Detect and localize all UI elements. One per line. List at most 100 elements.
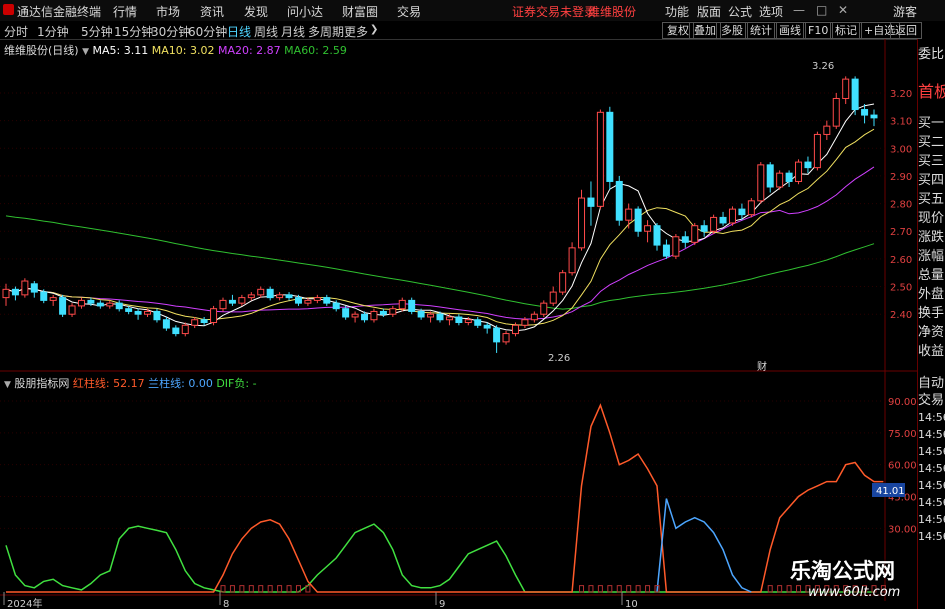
indicator-bar <box>607 585 613 593</box>
candle-body <box>540 302 548 315</box>
candle-body <box>30 283 38 293</box>
candle-body <box>134 310 142 315</box>
menu-faxian[interactable]: 发现 <box>244 3 268 20</box>
green-indicator-line <box>5 523 874 593</box>
sidebar-quote-item: 净资 <box>918 325 945 340</box>
indicator-bar <box>239 585 245 593</box>
indicator-bar <box>626 585 632 593</box>
menu-zixun[interactable]: 资讯 <box>200 3 224 20</box>
tab-60min[interactable]: 60分钟 <box>188 23 227 40</box>
tab-more[interactable]: 更多 <box>344 23 368 40</box>
minimize-icon[interactable]: — <box>793 3 805 17</box>
menu-xuanxiang[interactable]: 选项 <box>759 3 783 20</box>
price-tick-label: 3.10 <box>890 117 912 128</box>
stock-title: 维维股份(日线) <box>4 44 79 57</box>
dropdown-icon[interactable]: ▼ <box>82 47 89 57</box>
sidebar-trade-item: 14:56 <box>918 479 945 492</box>
login-notice[interactable]: 证券交易未登录 <box>512 3 596 20</box>
indicator-bar <box>286 585 292 593</box>
tab-30min[interactable]: 30分钟 <box>151 23 190 40</box>
candle-body <box>653 225 661 246</box>
maximize-icon[interactable]: □ <box>816 3 827 17</box>
candle-body <box>672 236 680 257</box>
candle-body <box>823 125 831 135</box>
menu-caifuquan[interactable]: 财富圈 <box>342 3 378 20</box>
candle-body <box>125 308 133 312</box>
candle-body <box>304 299 312 304</box>
menu-banmian[interactable]: 版面 <box>697 3 721 20</box>
price-tick-label: 2.40 <box>890 310 912 321</box>
candle-body <box>578 197 586 249</box>
candle-body <box>445 316 453 321</box>
candle-body <box>455 316 463 324</box>
candle-body <box>77 299 85 307</box>
candle-body <box>49 297 57 301</box>
indicator-bar <box>258 585 264 593</box>
tab-multi-period[interactable]: 多周期 <box>308 23 344 40</box>
candle-body <box>162 319 170 329</box>
candle-body <box>530 313 538 321</box>
candle-body <box>662 244 670 257</box>
tab-5min[interactable]: 5分钟 <box>81 23 113 40</box>
menu-hangqing[interactable]: 行情 <box>113 3 137 20</box>
sidebar-quote-item: 买五 <box>918 192 945 207</box>
tab-daily[interactable]: 日线 <box>227 23 251 40</box>
sidebar-trade-list: 自动交易 14:56 14:56 14:56 14:56 14:56 14:56 14:56 1… <box>918 375 945 545</box>
ma5-line <box>5 103 875 332</box>
low-price-label: 2.26 <box>548 353 570 364</box>
sidebar-trade-item: 14:56 <box>918 530 945 543</box>
candle-body <box>747 200 755 216</box>
candle-body <box>2 288 10 299</box>
indicator-bar <box>616 585 622 593</box>
sidebar-quote-list: 买一 买二 买三 买四 买五 现价 涨跌 涨幅 总量 外盘 换手 净资 收益 <box>918 114 945 361</box>
sidebar-quote-item: 买一 <box>918 116 945 131</box>
price-tick-label: 3.00 <box>890 144 912 155</box>
ma60-value: MA60: 2.59 <box>284 44 347 57</box>
btn-huaxian[interactable]: 画线 <box>774 22 806 39</box>
btn-tongji[interactable]: 统计 <box>745 22 777 39</box>
kline-chart[interactable]: 3.20 3.10 3.00 2.90 2.80 2.70 2.60 2.50 2.40 90.0… <box>0 39 945 609</box>
sidebar-quote-item: 外盘 <box>918 287 945 302</box>
menu-gongneng[interactable]: 功能 <box>665 3 689 20</box>
candle-body <box>342 308 350 318</box>
candle-body <box>332 302 340 310</box>
btn-f10[interactable]: F10 <box>803 22 834 39</box>
tab-monthly[interactable]: 月线 <box>281 23 305 40</box>
blue-line-value: 兰柱线: 0.00 <box>148 377 213 390</box>
tab-weekly[interactable]: 周线 <box>254 23 278 40</box>
btn-duogu[interactable]: 多股 <box>716 22 748 39</box>
candle-body <box>106 302 114 307</box>
candle-body <box>644 225 652 232</box>
sidebar-quote-item: 买三 <box>918 154 945 169</box>
candle-body <box>587 197 595 207</box>
candle-body <box>191 319 199 326</box>
candle-body <box>549 291 557 304</box>
menu-wenxiaoda[interactable]: 问小达 <box>287 3 323 20</box>
cai-marker: 财 <box>757 360 767 373</box>
more-chevron-icon[interactable]: ❯ <box>370 24 378 35</box>
candle-body <box>766 164 774 188</box>
candle-body <box>294 297 302 304</box>
btn-back[interactable]: 返回 <box>890 22 922 39</box>
sidebar-trade-item: 自动 <box>918 376 945 391</box>
indicator-bar <box>597 585 603 593</box>
tab-15min[interactable]: 15分钟 <box>114 23 153 40</box>
x-axis-label: 10 <box>625 599 638 609</box>
menu-shichang[interactable]: 市场 <box>156 3 180 20</box>
top-menu-bar: 通达信金融终端 行情 市场 资讯 发现 问小达 财富圈 交易 证券交易未登录 维… <box>0 0 945 22</box>
candle-body <box>804 161 812 169</box>
user-label[interactable]: 游客 <box>893 3 917 20</box>
tab-fenshi[interactable]: 分时 <box>4 23 28 40</box>
btn-biaoji[interactable]: 标记 <box>830 22 862 39</box>
indicator-dropdown-icon[interactable]: ▼ <box>4 380 11 390</box>
menu-gongshi[interactable]: 公式 <box>728 3 752 20</box>
ma20-value: MA20: 2.87 <box>217 44 281 57</box>
current-value-label: 41.01 <box>876 486 905 497</box>
tab-1min[interactable]: 1分钟 <box>37 23 69 40</box>
high-price-label: 3.26 <box>812 61 834 72</box>
menu-jiaoyi[interactable]: 交易 <box>397 3 421 20</box>
close-icon[interactable]: ✕ <box>838 3 848 17</box>
sidebar-quote-item: 换手 <box>918 306 945 321</box>
candle-body <box>728 208 736 224</box>
candle-body <box>511 324 519 335</box>
